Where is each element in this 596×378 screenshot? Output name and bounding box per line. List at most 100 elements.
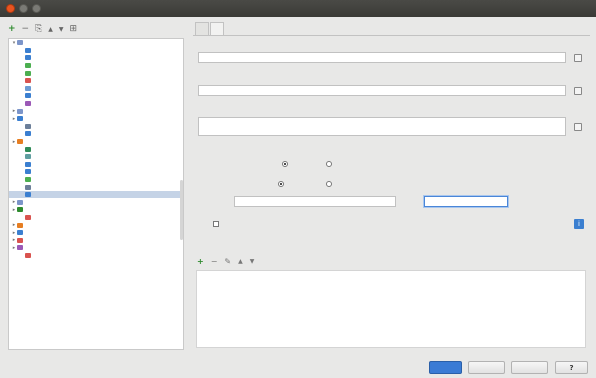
tree-item[interactable]	[9, 190, 183, 199]
tree-item[interactable]	[9, 161, 183, 169]
move-task-up-icon[interactable]: ▲	[238, 258, 243, 265]
tree-item[interactable]	[9, 168, 183, 176]
tree-item[interactable]	[9, 252, 183, 260]
configuration-type-icon	[25, 161, 31, 167]
add-task-icon[interactable]: +	[197, 257, 204, 266]
row-input-a[interactable]	[234, 196, 396, 207]
radio-group-2-option-b[interactable]	[326, 180, 335, 187]
configuration-type-icon	[17, 40, 23, 46]
configuration-type-icon	[17, 245, 23, 251]
configurations-toolbar: + − ⎘ ▲ ▼ ⊞	[8, 22, 77, 36]
tree-item[interactable]	[9, 176, 183, 184]
tree-item[interactable]	[9, 92, 183, 100]
configuration-type-icon	[17, 116, 23, 122]
configurations-tree[interactable]: ▾ ▸ ▸ ▸ ▸ ▸ ▸ ▸ ▸ ▸	[8, 38, 184, 350]
configuration-type-icon	[25, 169, 31, 175]
move-down-icon[interactable]: ▼	[59, 26, 64, 33]
tree-item[interactable]	[9, 123, 183, 131]
remove-icon[interactable]: −	[22, 24, 30, 34]
configuration-type-icon	[17, 237, 23, 243]
field-1-edit-icon[interactable]	[574, 54, 582, 62]
configuration-type-icon	[25, 131, 31, 137]
configuration-type-icon	[17, 207, 23, 213]
field-3-edit-icon[interactable]	[574, 123, 582, 131]
configuration-type-icon	[25, 252, 31, 258]
tree-item[interactable]: ▾	[9, 39, 183, 47]
field-1-input[interactable]	[198, 52, 566, 63]
tree-item[interactable]	[9, 214, 183, 222]
field-2-input[interactable]	[198, 85, 566, 96]
remove-task-icon[interactable]: −	[211, 257, 218, 266]
tree-item[interactable]	[9, 153, 183, 161]
apply-button[interactable]	[511, 361, 548, 374]
configuration-type-icon	[25, 93, 31, 99]
configuration-type-icon	[25, 55, 31, 61]
tree-item[interactable]	[9, 47, 183, 55]
configuration-type-icon	[25, 214, 31, 220]
add-icon[interactable]: +	[8, 24, 16, 34]
tree-item[interactable]: ▸	[9, 198, 183, 206]
tree-item[interactable]: ▸	[9, 107, 183, 115]
configuration-type-icon	[17, 222, 23, 228]
tree-item[interactable]: ▸	[9, 221, 183, 229]
configuration-type-icon	[25, 123, 31, 129]
radio-button[interactable]	[278, 180, 284, 187]
radio-button[interactable]	[326, 180, 332, 187]
tree-item[interactable]	[9, 183, 183, 191]
configuration-type-icon	[25, 63, 31, 69]
configuration-type-icon	[17, 108, 23, 114]
configuration-type-icon	[25, 47, 31, 53]
move-up-icon[interactable]: ▲	[48, 26, 53, 33]
row-input-b[interactable]	[424, 196, 508, 207]
field-3-input[interactable]	[198, 117, 566, 136]
configuration-type-icon	[17, 230, 23, 236]
cancel-button[interactable]	[468, 361, 505, 374]
tree-item[interactable]	[9, 130, 183, 138]
maximize-window-button[interactable]	[32, 4, 41, 13]
move-task-down-icon[interactable]: ▼	[250, 258, 255, 265]
option-checkbox[interactable]	[213, 221, 219, 227]
tree-item[interactable]	[9, 69, 183, 77]
tree-item[interactable]	[9, 62, 183, 70]
minimize-window-button[interactable]	[19, 4, 28, 13]
configuration-type-icon	[25, 78, 31, 84]
radio-group-1-option-b[interactable]	[326, 160, 335, 167]
configuration-type-icon	[25, 192, 31, 198]
close-window-button[interactable]	[6, 4, 15, 13]
copy-icon[interactable]: ⎘	[35, 24, 42, 34]
radio-button[interactable]	[282, 160, 288, 167]
configuration-type-icon	[17, 199, 23, 205]
tree-item[interactable]: ▸	[9, 115, 183, 123]
tab-logs[interactable]	[210, 22, 224, 35]
tree-item[interactable]: ▸	[9, 206, 183, 214]
configuration-type-icon	[25, 176, 31, 182]
configuration-type-icon	[25, 146, 31, 152]
tab-configuration[interactable]	[195, 22, 209, 35]
tree-item[interactable]	[9, 77, 183, 85]
tree-item[interactable]	[9, 100, 183, 108]
tree-item[interactable]	[9, 145, 183, 153]
edit-task-icon[interactable]: ✎	[224, 257, 231, 266]
tree-item[interactable]	[9, 85, 183, 93]
ok-button[interactable]	[429, 361, 462, 374]
radio-group-2-option-a[interactable]	[278, 180, 287, 187]
configuration-type-icon	[25, 70, 31, 76]
tree-item[interactable]: ▸	[9, 229, 183, 237]
radio-group-1-option-a[interactable]	[282, 160, 291, 167]
configuration-type-icon	[25, 101, 31, 107]
info-icon[interactable]: i	[574, 219, 584, 229]
title-bar	[0, 0, 596, 17]
radio-button[interactable]	[326, 160, 332, 167]
configuration-type-icon	[17, 139, 23, 145]
before-launch-toolbar: + − ✎ ▲ ▼	[197, 257, 254, 266]
tree-item[interactable]: ▸	[9, 236, 183, 244]
tree-item[interactable]: ▸	[9, 244, 183, 252]
before-launch-tasks-list[interactable]	[196, 270, 586, 348]
help-button[interactable]: ?	[555, 361, 588, 374]
help-icon: ?	[569, 363, 574, 372]
tree-item[interactable]: ▸	[9, 138, 183, 146]
tree-item[interactable]	[9, 54, 183, 62]
tree-scrollbar[interactable]	[180, 180, 183, 240]
sort-icon[interactable]: ⊞	[70, 24, 78, 34]
field-2-edit-icon[interactable]	[574, 87, 582, 95]
